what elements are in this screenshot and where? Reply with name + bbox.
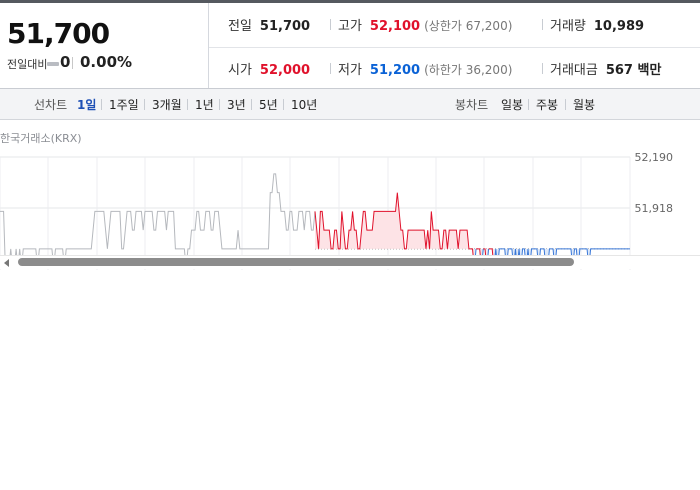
current-price: 51,700 xyxy=(7,17,110,50)
tab-1-year[interactable]: 1년 xyxy=(195,96,214,113)
tab-10-year[interactable]: 10년 xyxy=(291,96,317,113)
volume-value: 10,989 xyxy=(593,19,645,34)
tab-divider xyxy=(144,99,145,110)
volume-label: 거래량 xyxy=(550,19,586,34)
high-label: 고가 xyxy=(338,19,362,34)
change-value: 0 xyxy=(60,53,71,71)
tab-5-year[interactable]: 5년 xyxy=(259,96,278,113)
tab-divider xyxy=(528,99,529,110)
line-chart-title: 선차트 xyxy=(34,98,68,112)
prev-close-stat: 전일 51,700 xyxy=(228,15,310,34)
stat-divider xyxy=(330,63,331,74)
chart-scrollbar[interactable] xyxy=(0,255,700,269)
scrollbar-thumb[interactable] xyxy=(18,258,574,266)
low-label: 저가 xyxy=(338,63,362,78)
y-axis-tick-label: 52,190 xyxy=(635,151,674,164)
tab-divider xyxy=(187,99,188,110)
open-value: 52,000 xyxy=(259,63,311,78)
price-line-segment xyxy=(0,173,316,269)
y-axis-ticks: 52,19051,91851,646 xyxy=(635,151,674,266)
current-price-box: 51,700 전일대비 0 0.00% xyxy=(0,3,209,88)
tab-divider xyxy=(565,99,566,110)
flat-change-icon xyxy=(47,62,59,66)
quote-summary: 51,700 전일대비 0 0.00% 전일 51,700 고가 52,100 (상한… xyxy=(0,3,700,89)
tab-1-week[interactable]: 1주일 xyxy=(109,96,139,113)
tab-weekly-candle[interactable]: 주봉 xyxy=(536,96,558,113)
tab-divider xyxy=(101,99,102,110)
amount-label: 거래대금 xyxy=(550,63,598,78)
change-divider xyxy=(72,57,73,69)
stat-divider xyxy=(330,19,331,30)
prev-close-value: 51,700 xyxy=(259,19,311,34)
stat-divider xyxy=(542,63,543,74)
tab-daily-candle[interactable]: 일봉 xyxy=(501,96,523,113)
amount-stat: 거래대금 567 백만 xyxy=(550,59,661,78)
chart-period-tabs: 선차트 1일 1주일 3개월 1년 3년 5년 10년 봉차트 일봉 주봉 월봉 xyxy=(0,89,700,120)
low-value: 51,200 xyxy=(369,63,421,78)
tab-divider xyxy=(283,99,284,110)
volume-stat: 거래량 10,989 xyxy=(550,15,644,34)
tab-3-year[interactable]: 3년 xyxy=(227,96,246,113)
high-stat: 고가 52,100 (상한가 67,200) xyxy=(338,15,512,34)
low-stat: 저가 51,200 (하한가 36,200) xyxy=(338,59,512,78)
prev-close-label: 전일 xyxy=(228,19,252,34)
open-label: 시가 xyxy=(228,63,252,78)
tab-3-month[interactable]: 3개월 xyxy=(152,96,182,113)
summary-row-divider xyxy=(209,47,700,48)
tab-1-day[interactable]: 1일 xyxy=(77,96,96,113)
amount-value: 567 백만 xyxy=(605,63,662,78)
scroll-left-arrow-icon[interactable] xyxy=(4,259,9,267)
stat-divider xyxy=(542,19,543,30)
candle-chart-title: 봉차트 xyxy=(455,98,489,112)
change-label: 전일대비 xyxy=(7,58,48,71)
upper-limit: (상한가 67,200) xyxy=(424,19,513,33)
y-axis-tick-label: 51,918 xyxy=(635,202,674,215)
high-value: 52,100 xyxy=(369,19,421,34)
price-chart-area: 한국거래소(KRX) 52,19051,91851,646 xyxy=(0,120,700,270)
intraday-line-chart: 52,19051,91851,646 xyxy=(0,151,674,270)
tab-divider xyxy=(251,99,252,110)
lower-limit: (하한가 36,200) xyxy=(424,63,513,77)
tab-divider xyxy=(219,99,220,110)
change-rate: 0.00% xyxy=(80,53,133,71)
tab-monthly-candle[interactable]: 월봉 xyxy=(573,96,595,113)
open-stat: 시가 52,000 xyxy=(228,59,310,78)
